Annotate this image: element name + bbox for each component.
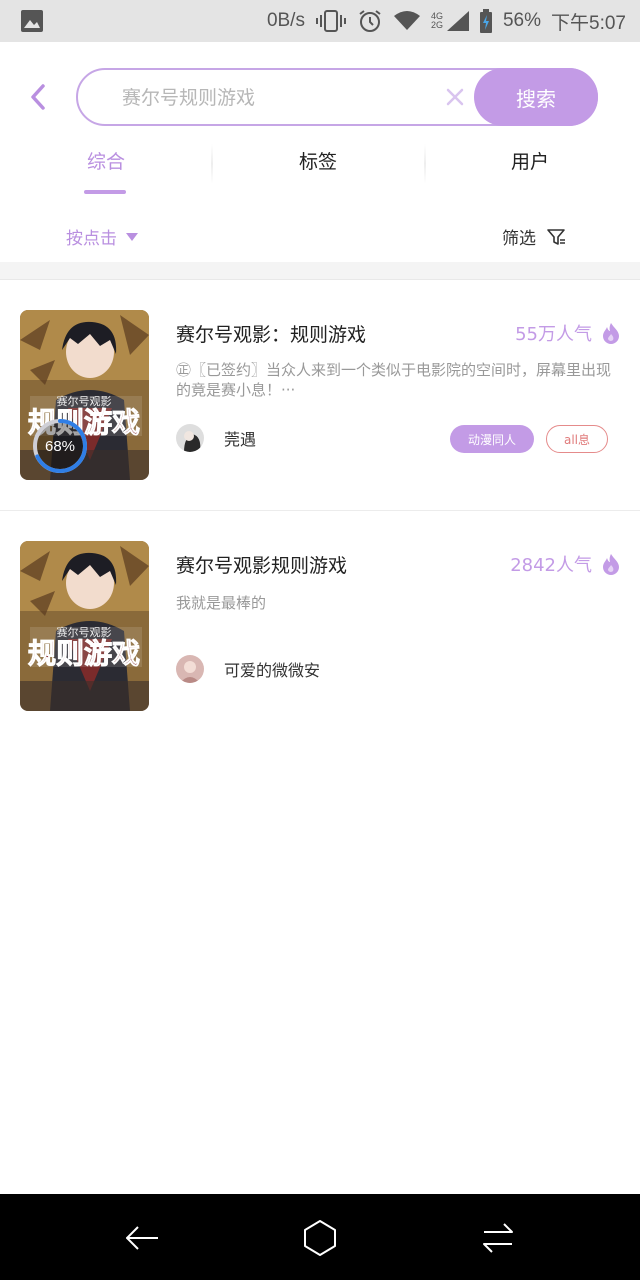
clear-icon[interactable] (442, 84, 468, 110)
net-speed: 0B/s (266, 10, 305, 31)
back-arrow-icon[interactable] (122, 1218, 162, 1258)
popularity-count: 2842人气 (510, 555, 592, 576)
vibrate-icon (315, 9, 347, 33)
sort-dropdown[interactable]: 按点击 (66, 224, 139, 249)
tab-comprehensive[interactable]: 综合 (0, 138, 212, 182)
image-icon (21, 10, 43, 32)
flame-icon (603, 323, 619, 344)
book-cover: 赛尔号观影 规则游戏 68% (20, 310, 149, 480)
battery-percent: 56% (502, 10, 542, 31)
tag-list: 动漫同人 all息 (449, 425, 608, 453)
filter-label: 筛选 (502, 229, 536, 249)
alarm-icon (357, 8, 383, 34)
avatar (176, 655, 204, 683)
filter-button[interactable]: 筛选 (502, 224, 566, 249)
avatar (176, 424, 204, 452)
result-title: 赛尔号观影：规则游戏 (176, 324, 367, 346)
section-divider (0, 262, 640, 280)
svg-text:规则游戏: 规则游戏 (28, 637, 140, 670)
tag-chip[interactable]: all息 (546, 425, 608, 453)
home-icon[interactable] (300, 1218, 340, 1258)
popularity-count: 55万人气 (515, 324, 592, 345)
tab-bar: 综合 标签 用户 (0, 138, 640, 198)
search-header: 搜索 综合 标签 用户 按点击 筛选 (0, 42, 640, 262)
result-description: ㊣〖已签约〗当众人来到一个类似于电影院的空间时，屏幕里出现的竟是赛小息！··· (176, 361, 612, 399)
system-nav-bar (0, 1194, 640, 1280)
active-tab-indicator (84, 190, 126, 194)
flame-icon (603, 554, 619, 575)
filter-icon (547, 228, 565, 245)
result-item[interactable]: 赛尔号观影 规则游戏 68% 赛尔号观影：规则游戏 55万人气 ㊣〖已签约〗当众… (0, 280, 640, 510)
battery-icon (479, 9, 493, 33)
back-icon[interactable] (24, 82, 54, 112)
tab-tags[interactable]: 标签 (212, 138, 424, 182)
clock: 下午5:07 (551, 12, 626, 34)
author-name: 可爱的微微安 (224, 661, 321, 680)
tab-users[interactable]: 用户 (424, 138, 636, 182)
status-bar: 0B/s 4G 2G 56% 下午5:07 (0, 0, 640, 42)
signal-icon: 4G 2G (431, 11, 469, 31)
result-description: 我就是最棒的 (176, 594, 267, 612)
wifi-icon (393, 10, 421, 32)
caret-down-icon (126, 232, 138, 241)
book-cover: 赛尔号观影 规则游戏 (20, 541, 149, 711)
search-button[interactable]: 搜索 (474, 68, 598, 126)
result-item[interactable]: 赛尔号观影 规则游戏 赛尔号观影规则游戏 2842人气 我就是最棒的 可爱的微微… (0, 511, 640, 741)
read-progress-label: 68% (44, 437, 76, 455)
author[interactable]: 莞遇 (176, 424, 256, 452)
search-box: 搜索 (76, 68, 598, 126)
tag-chip[interactable]: 动漫同人 (449, 425, 534, 453)
popularity: 2842人气 (510, 551, 620, 577)
search-input[interactable] (122, 82, 432, 114)
popularity: 55万人气 (515, 320, 620, 346)
result-title: 赛尔号观影规则游戏 (176, 555, 348, 577)
sort-label: 按点击 (66, 229, 117, 249)
switch-apps-icon[interactable] (478, 1218, 518, 1258)
author[interactable]: 可爱的微微安 (176, 655, 320, 683)
author-name: 莞遇 (224, 430, 257, 449)
network-type: 4G 2G (430, 11, 443, 30)
